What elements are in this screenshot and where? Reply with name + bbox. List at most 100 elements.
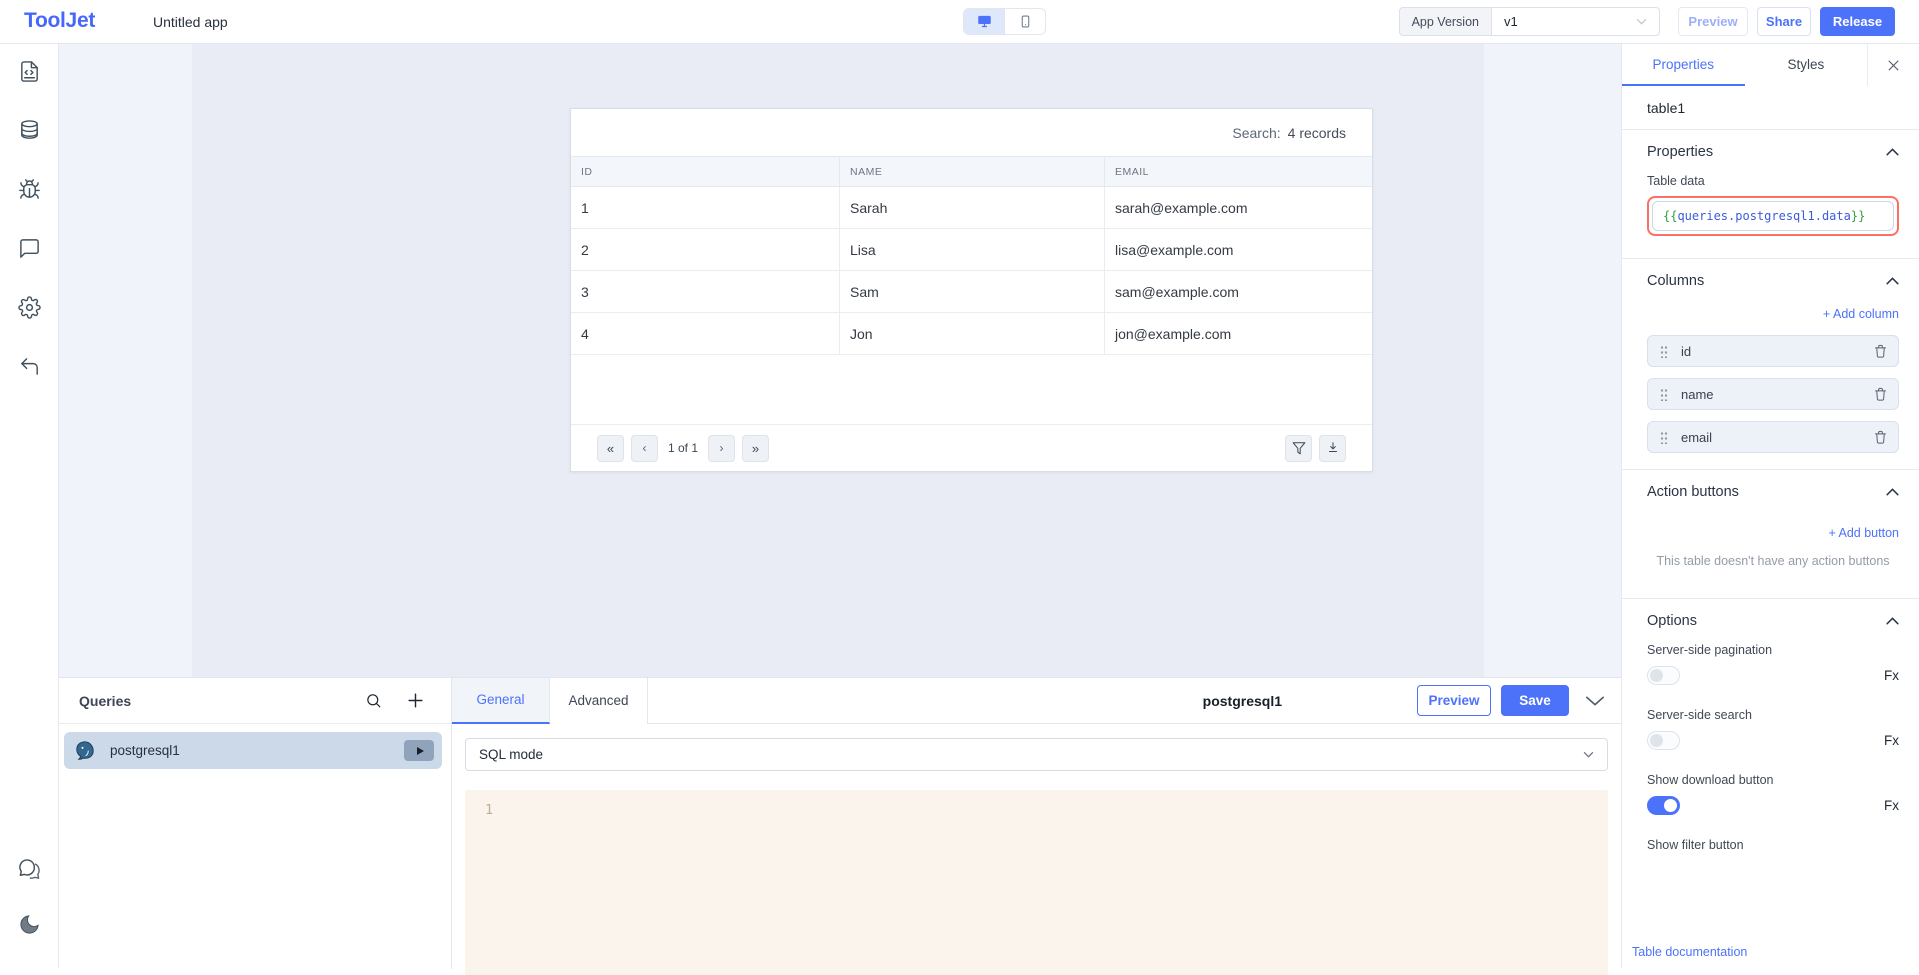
columns-section-title: Columns — [1647, 273, 1704, 289]
show-download-button-toggle[interactable] — [1647, 796, 1680, 815]
tab-general[interactable]: General — [452, 678, 550, 724]
chevron-up-icon — [1886, 488, 1899, 496]
chevron-up-icon — [1886, 148, 1899, 156]
pages-file-code-icon[interactable] — [18, 60, 41, 83]
server-side-pagination-toggle[interactable] — [1647, 666, 1680, 685]
action-buttons-section-title: Action buttons — [1647, 484, 1739, 500]
dark-mode-moon-icon[interactable] — [18, 913, 41, 936]
sql-code-editor[interactable]: 1 — [465, 790, 1608, 975]
option-label: Show download button — [1647, 773, 1899, 787]
query-list-item-postgresql1[interactable]: postgresql1 — [64, 732, 442, 769]
action-buttons-empty-text: This table doesn't have any action butto… — [1647, 554, 1899, 568]
support-chat-icon[interactable] — [18, 858, 41, 881]
table-cell: 2 — [571, 229, 840, 270]
postgresql-icon — [74, 740, 96, 762]
app-title[interactable]: Untitled app — [153, 14, 228, 30]
chevron-down-icon — [1583, 751, 1594, 758]
left-toolbar — [0, 44, 59, 968]
app-preview-button[interactable]: Preview — [1678, 7, 1748, 36]
desktop-mode-button[interactable] — [964, 9, 1005, 34]
app-canvas[interactable]: Search: 4 records ID NAME EMAIL 1 Sarah … — [192, 44, 1484, 677]
query-editor-pane: General Advanced postgresql1 Preview Sav… — [452, 678, 1621, 969]
app-version-value: v1 — [1504, 14, 1518, 29]
settings-gear-icon[interactable] — [18, 296, 41, 319]
drag-handle-icon[interactable] — [1660, 388, 1668, 401]
columns-section: Columns + Add column id name — [1622, 259, 1919, 470]
option-label: Server-side search — [1647, 708, 1899, 722]
undo-arrow-icon[interactable] — [18, 355, 41, 378]
columns-section-header[interactable]: Columns — [1647, 259, 1899, 303]
table-search-label[interactable]: Search: — [1232, 125, 1280, 141]
pagination-last-button[interactable]: » — [742, 435, 769, 462]
table-row[interactable]: 4 Jon jon@example.com — [571, 313, 1372, 355]
tab-styles[interactable]: Styles — [1745, 44, 1868, 86]
option-server-side-search: Server-side search Fx — [1647, 708, 1899, 750]
download-icon[interactable] — [1319, 435, 1346, 462]
table-widget[interactable]: Search: 4 records ID NAME EMAIL 1 Sarah … — [570, 108, 1373, 472]
table-cell: 4 — [571, 313, 840, 354]
delete-column-trash-icon[interactable] — [1873, 343, 1888, 359]
close-inspector-button[interactable] — [1867, 44, 1919, 86]
option-server-side-pagination: Server-side pagination Fx — [1647, 643, 1899, 685]
tab-properties[interactable]: Properties — [1622, 44, 1745, 86]
filter-funnel-icon[interactable] — [1285, 435, 1312, 462]
app-header: ToolJet Untitled app App Version v1 Prev… — [0, 0, 1919, 44]
server-side-search-toggle[interactable] — [1647, 731, 1680, 750]
properties-section-header[interactable]: Properties — [1647, 130, 1899, 174]
delete-column-trash-icon[interactable] — [1873, 386, 1888, 402]
mobile-mode-button[interactable] — [1005, 9, 1045, 34]
table-row[interactable]: 1 Sarah sarah@example.com — [571, 187, 1372, 229]
pagination-prev-button[interactable]: ‹ — [631, 435, 658, 462]
drag-handle-icon[interactable] — [1660, 431, 1668, 444]
table-row[interactable]: 3 Sam sam@example.com — [571, 271, 1372, 313]
fx-button[interactable]: Fx — [1884, 798, 1899, 813]
inspector-footer: Table documentation — [1622, 935, 1919, 968]
pagination-page-info: 1 of 1 — [668, 441, 698, 455]
column-item-name[interactable]: name — [1647, 378, 1899, 410]
datasources-database-icon[interactable] — [18, 119, 41, 142]
close-icon — [1886, 58, 1901, 73]
collapse-panel-chevron-down-icon[interactable] — [1585, 695, 1605, 707]
option-label: Show filter button — [1647, 838, 1899, 852]
table-cell: sam@example.com — [1105, 271, 1372, 312]
chevron-up-icon — [1886, 277, 1899, 285]
debugger-bug-icon[interactable] — [18, 178, 41, 201]
add-button-link[interactable]: + Add button — [1647, 526, 1899, 540]
table-documentation-link[interactable]: Table documentation — [1632, 945, 1747, 959]
table-cell: lisa@example.com — [1105, 229, 1372, 270]
drag-handle-icon[interactable] — [1660, 345, 1668, 358]
queries-title: Queries — [79, 693, 131, 709]
run-query-button[interactable] — [404, 740, 434, 761]
pagination-next-button[interactable]: › — [708, 435, 735, 462]
add-column-link[interactable]: + Add column — [1647, 307, 1899, 321]
queries-list-pane: Queries postgresql1 — [59, 678, 452, 969]
pagination-first-button[interactable]: « — [597, 435, 624, 462]
share-button[interactable]: Share — [1757, 7, 1811, 36]
mobile-icon — [1019, 14, 1032, 29]
query-preview-button[interactable]: Preview — [1417, 685, 1491, 716]
search-icon[interactable] — [365, 692, 382, 709]
option-show-filter-button: Show filter button — [1647, 838, 1899, 852]
fx-button[interactable]: Fx — [1884, 668, 1899, 683]
tab-advanced[interactable]: Advanced — [550, 678, 648, 724]
table-column-header-id[interactable]: ID — [571, 157, 840, 186]
app-version-select[interactable]: v1 — [1492, 7, 1660, 36]
column-item-email[interactable]: email — [1647, 421, 1899, 453]
column-item-id[interactable]: id — [1647, 335, 1899, 367]
add-query-plus-icon[interactable] — [406, 691, 425, 710]
table-data-input[interactable]: {{queries.postgresql1.data}} — [1652, 201, 1894, 231]
options-section-header[interactable]: Options — [1647, 599, 1899, 643]
comments-icon[interactable] — [18, 237, 41, 260]
sql-mode-select[interactable]: SQL mode — [465, 738, 1608, 771]
release-button[interactable]: Release — [1820, 7, 1895, 36]
fx-button[interactable]: Fx — [1884, 733, 1899, 748]
action-buttons-section-header[interactable]: Action buttons — [1647, 470, 1899, 514]
query-save-button[interactable]: Save — [1501, 685, 1569, 716]
table-row[interactable]: 2 Lisa lisa@example.com — [571, 229, 1372, 271]
table-header-row: ID NAME EMAIL — [571, 156, 1372, 187]
table-column-header-email[interactable]: EMAIL — [1105, 157, 1372, 186]
table-cell: Jon — [840, 313, 1105, 354]
table-column-header-name[interactable]: NAME — [840, 157, 1105, 186]
selected-widget-name[interactable]: table1 — [1622, 86, 1919, 130]
delete-column-trash-icon[interactable] — [1873, 429, 1888, 445]
